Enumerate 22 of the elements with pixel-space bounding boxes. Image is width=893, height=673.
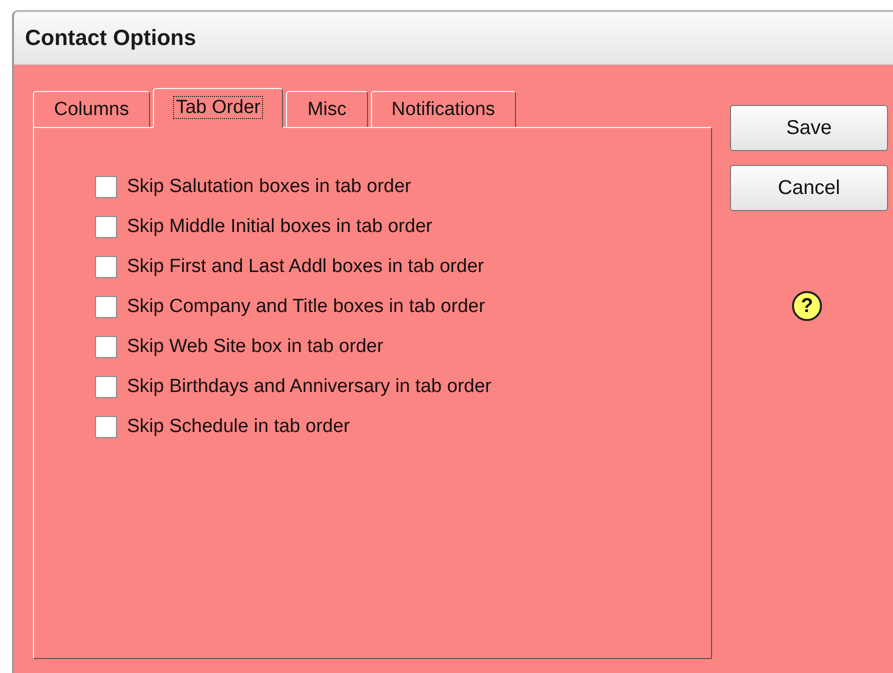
tab[interactable]: Notifications [370,91,516,127]
checkbox-label: Skip Company and Title boxes in tab order [127,296,486,318]
checkbox[interactable] [95,296,117,318]
checkbox[interactable] [95,256,117,278]
window-title: Contact Options [25,25,196,51]
checkbox[interactable] [95,416,117,438]
checkbox-label: Skip Middle Initial boxes in tab order [127,216,432,238]
checkbox-label: Skip First and Last Addl boxes in tab order [127,256,484,278]
checkbox-label: Skip Web Site box in tab order [127,336,384,358]
checkbox[interactable] [95,176,117,198]
checkbox-label: Skip Schedule in tab order [127,416,350,438]
checkbox[interactable] [95,376,117,398]
save-button[interactable]: Save [730,105,888,151]
checkbox-label: Skip Birthdays and Anniversary in tab order [127,376,492,398]
tab[interactable]: Tab Order [152,88,284,128]
checkbox[interactable] [95,336,117,358]
tab[interactable]: Columns [33,91,150,127]
help-icon[interactable]: ? [792,291,822,321]
cancel-button[interactable]: Cancel [730,165,888,211]
tab[interactable]: Misc [286,91,368,127]
checkbox[interactable] [95,216,117,238]
checkbox-label: Skip Salutation boxes in tab order [127,176,412,198]
